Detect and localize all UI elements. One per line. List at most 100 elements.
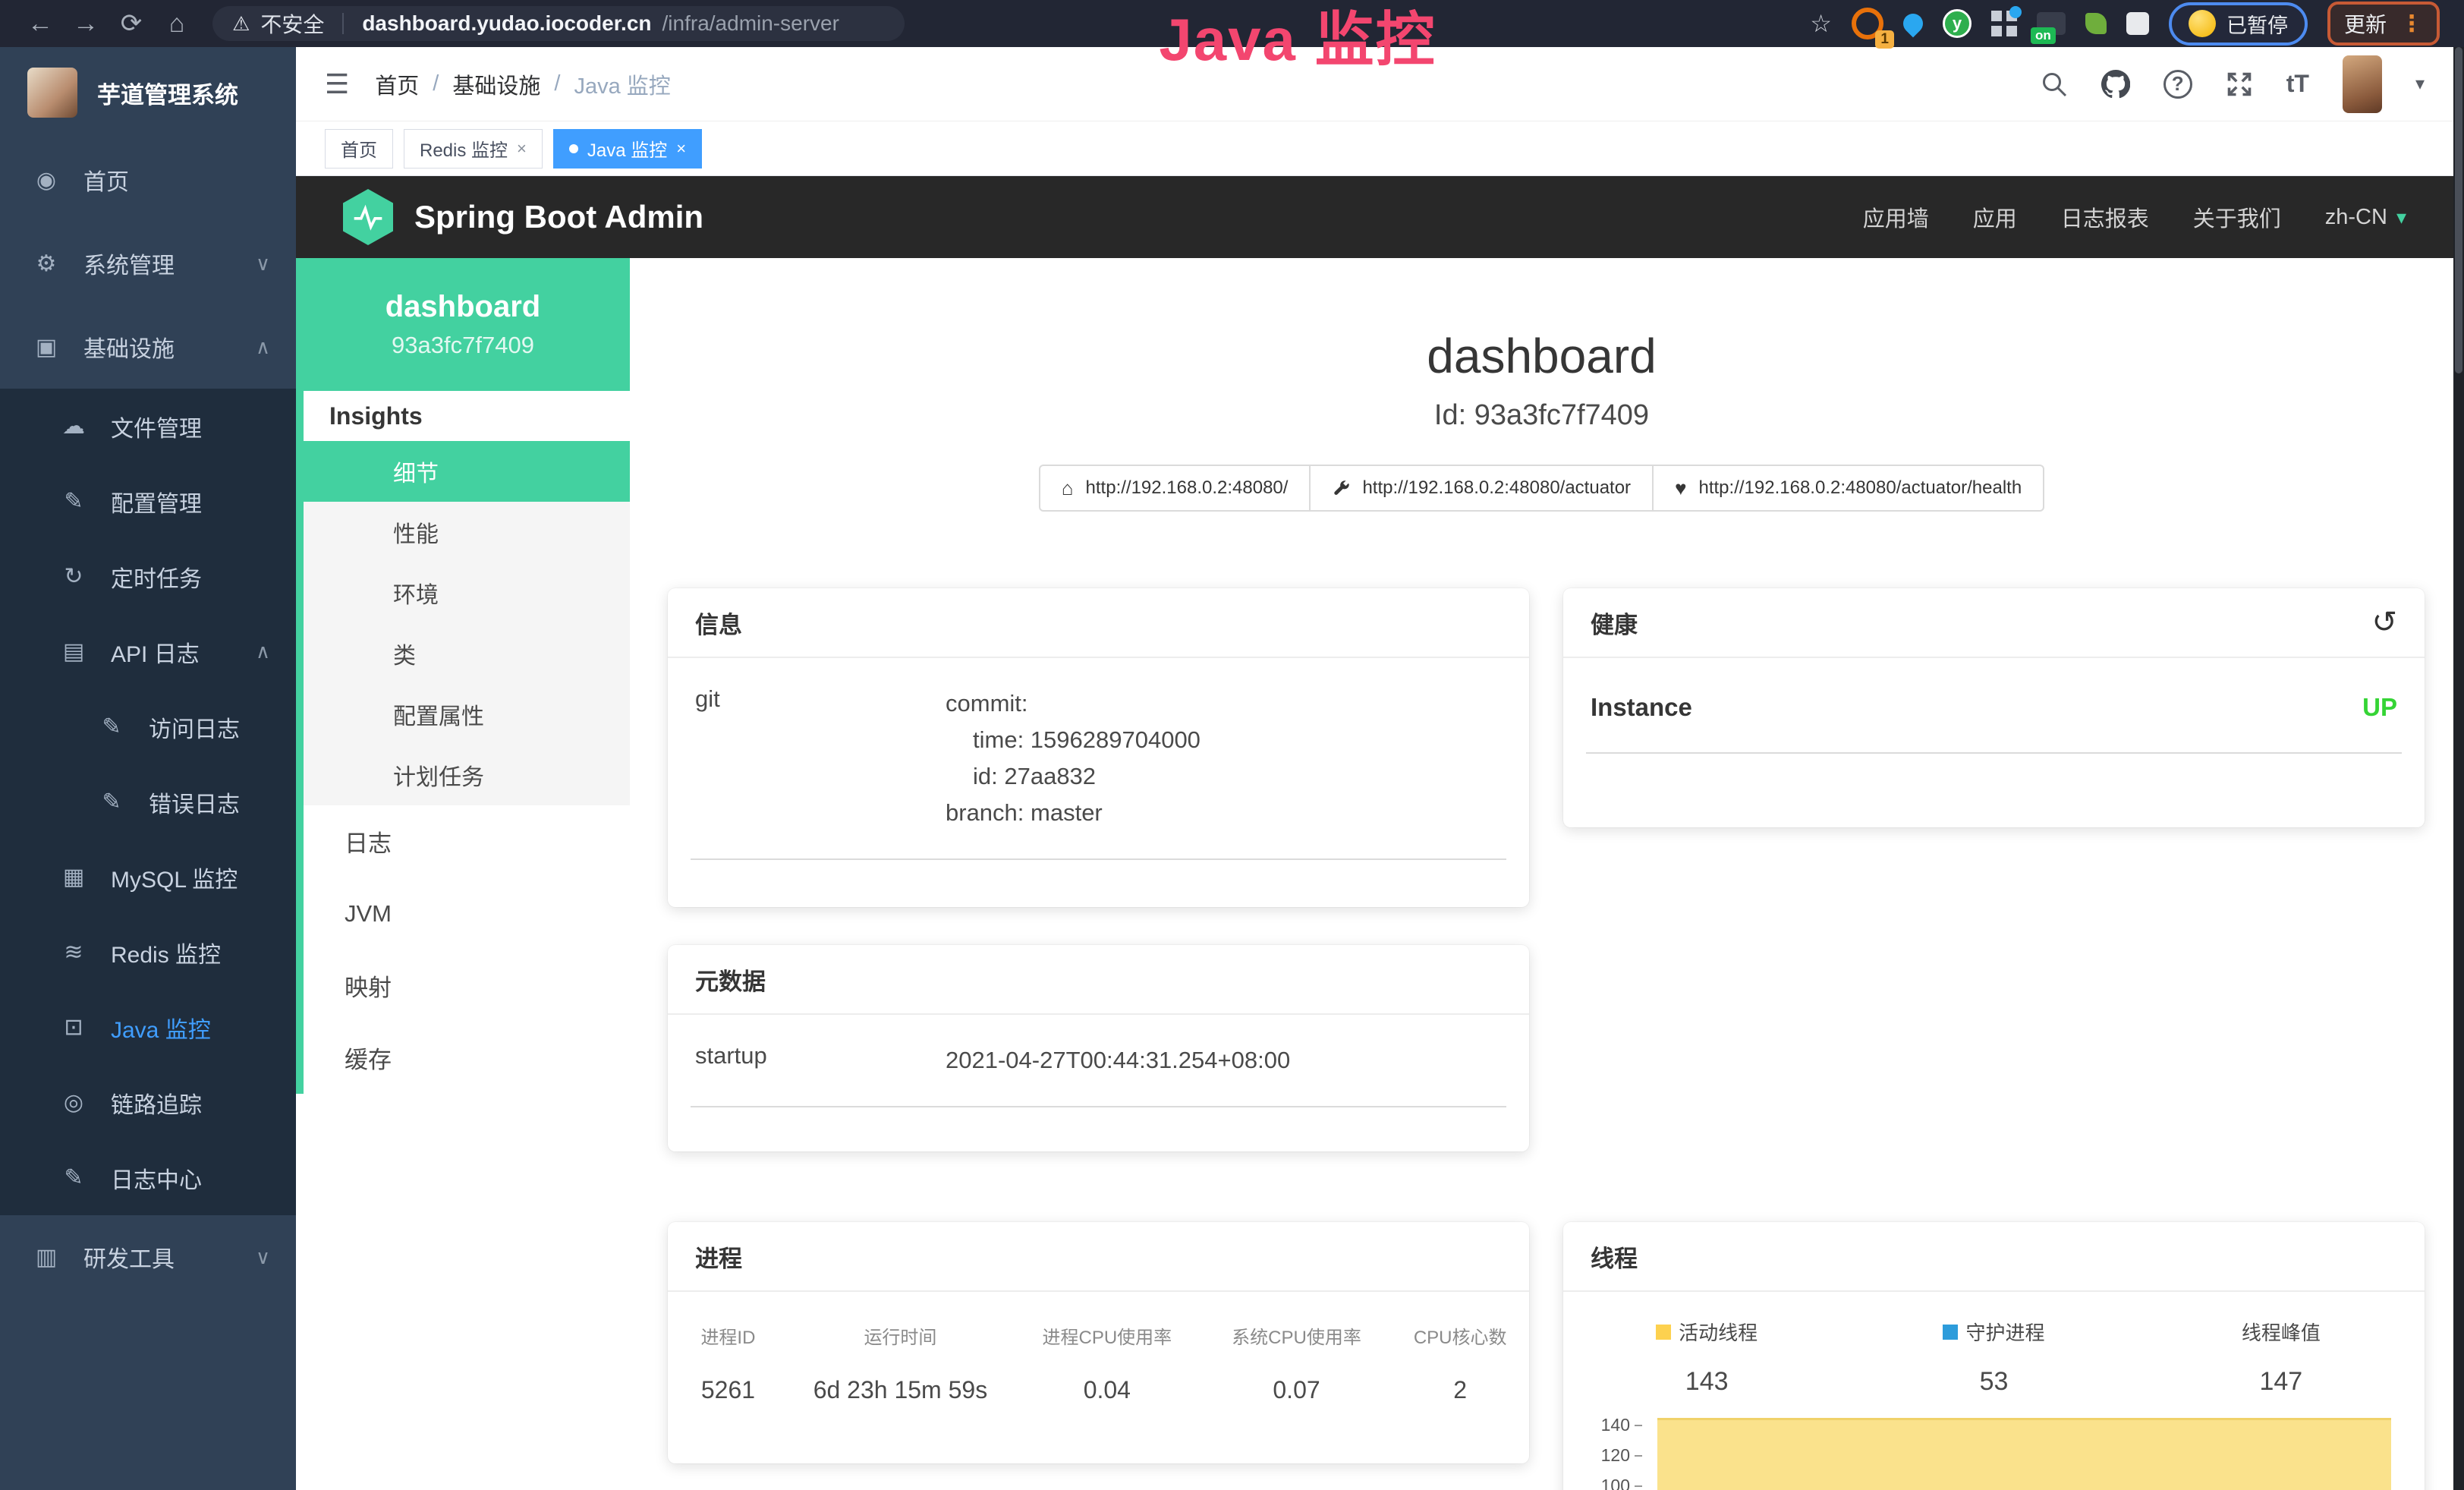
- home-icon: ⌂: [1062, 477, 1074, 500]
- sidebar-item-home[interactable]: ◉ 首页: [0, 138, 296, 222]
- sidebar-item-java-monitor[interactable]: ⊡ Java 监控: [0, 990, 296, 1065]
- browser-forward-button[interactable]: →: [65, 0, 106, 47]
- health-instance-label: Instance: [1591, 693, 1692, 722]
- process-cpu-value: 0.04: [1012, 1376, 1202, 1404]
- sidebar-item-system-management[interactable]: ⚙ 系统管理 ∨: [0, 222, 296, 305]
- extension-leaf-icon[interactable]: [2085, 13, 2107, 34]
- metadata-key: startup: [695, 1042, 946, 1079]
- page-scrollbar[interactable]: [2453, 47, 2464, 1490]
- browser-update-button[interactable]: 更新 ⋮: [2327, 2, 2440, 46]
- browser-home-button[interactable]: ⌂: [156, 0, 197, 47]
- sidebar-item-access-logs[interactable]: ✎ 访问日志: [0, 689, 296, 764]
- sidebar-item-config-management[interactable]: ✎ 配置管理: [0, 464, 296, 539]
- process-table: 进程ID 运行时间 进程CPU使用率 系统CPU使用率 CPU核心数 5261 …: [668, 1322, 1529, 1404]
- help-icon[interactable]: ?: [2163, 70, 2192, 99]
- browser-reload-button[interactable]: ⟳: [111, 0, 152, 47]
- menu-item-jvm[interactable]: JVM: [304, 877, 630, 950]
- sba-locale-select[interactable]: zh-CN ▾: [2325, 205, 2406, 230]
- user-avatar[interactable]: [2343, 55, 2382, 113]
- sidebar-item-api-logs[interactable]: ▤ API 日志 ∧: [0, 614, 296, 689]
- close-icon[interactable]: ×: [517, 139, 527, 159]
- sidebar-item-scheduled-tasks[interactable]: ↻ 定时任务: [0, 539, 296, 614]
- tab-home[interactable]: 首页: [325, 129, 393, 169]
- sba-nav-wallboard[interactable]: 应用墙: [1863, 201, 1929, 233]
- tab-redis-monitor[interactable]: Redis 监控 ×: [404, 129, 543, 169]
- sidebar-item-file-management[interactable]: ☁ 文件管理: [0, 389, 296, 464]
- menu-item-caches[interactable]: 缓存: [304, 1022, 630, 1094]
- actuator-url-button[interactable]: http://192.168.0.2:48080/actuator: [1309, 465, 1654, 512]
- log-icon: ▤: [59, 638, 88, 665]
- github-icon[interactable]: [2101, 70, 2130, 99]
- extension-grid-icon[interactable]: [1991, 11, 2017, 36]
- profile-paused-pill[interactable]: 已暂停: [2169, 2, 2308, 46]
- sidebar-item-infrastructure[interactable]: ▣ 基础设施 ∧: [0, 305, 296, 389]
- fullscreen-icon[interactable]: [2226, 71, 2253, 98]
- tab-java-monitor[interactable]: Java 监控 ×: [553, 129, 702, 169]
- sba-nav-journal[interactable]: 日志报表: [2061, 201, 2149, 233]
- main-area: ☰ 首页 / 基础设施 / Java 监控 ? tT: [296, 47, 2453, 1490]
- sba-nav-about[interactable]: 关于我们: [2193, 201, 2281, 233]
- extension-adblock-icon[interactable]: on: [2037, 12, 2066, 35]
- extension-orange-icon[interactable]: 1: [1852, 8, 1883, 39]
- breadcrumb-home[interactable]: 首页: [375, 68, 419, 100]
- browser-back-button[interactable]: ←: [20, 0, 61, 47]
- sba-nav: 应用墙 应用 日志报表 关于我们 zh-CN ▾: [1863, 201, 2406, 233]
- process-card: 进程 进程ID 运行时间 进程CPU使用率 系统CPU使用率 CPU核心数 52…: [668, 1222, 1529, 1463]
- threads-card-title: 线程: [1563, 1222, 2425, 1292]
- search-icon[interactable]: [2041, 71, 2068, 98]
- metadata-card: 元数据 startup 2021-04-27T00:44:31.254+08:0…: [668, 945, 1529, 1151]
- chevron-up-icon: ∧: [256, 640, 270, 663]
- history-icon[interactable]: ↺: [2371, 605, 2397, 640]
- browser-menu-icon[interactable]: ⋮: [2400, 11, 2423, 37]
- timer-icon: ↻: [59, 563, 88, 590]
- text-size-icon[interactable]: tT: [2286, 70, 2309, 98]
- menu-item-metrics[interactable]: 性能: [304, 502, 630, 562]
- system-cpu-value: 0.07: [1202, 1376, 1392, 1404]
- menu-item-details[interactable]: 细节: [304, 441, 630, 502]
- menu-item-config-props[interactable]: 配置属性: [304, 684, 630, 745]
- menu-section-insights: Insights: [304, 391, 630, 441]
- edit-icon: ✎: [59, 488, 88, 515]
- scrollbar-thumb[interactable]: [2455, 47, 2462, 373]
- close-icon[interactable]: ×: [676, 139, 686, 159]
- legend-live-threads: 活动线程: [1563, 1318, 1850, 1346]
- extension-pin-icon[interactable]: [1903, 14, 1923, 33]
- breadcrumb-infrastructure[interactable]: 基础设施: [452, 68, 540, 100]
- info-git-row: git commit: time: 1596289704000 id: 27aa…: [691, 685, 1506, 860]
- menu-item-logs[interactable]: 日志: [304, 805, 630, 877]
- app-title: 芋道管理系统: [97, 76, 238, 110]
- sidebar-item-mysql-monitor[interactable]: ▦ MySQL 监控: [0, 840, 296, 915]
- extensions-puzzle-icon[interactable]: [2126, 12, 2149, 35]
- menu-item-environment[interactable]: 环境: [304, 562, 630, 623]
- sidebar-item-redis-monitor[interactable]: ≋ Redis 监控: [0, 915, 296, 990]
- process-card-title: 进程: [668, 1222, 1529, 1292]
- sba-nav-applications[interactable]: 应用: [1973, 201, 2017, 233]
- service-url-button[interactable]: ⌂ http://192.168.0.2:48080/: [1039, 465, 1311, 512]
- extension-y-icon[interactable]: y: [1943, 9, 1972, 38]
- sidebar-item-log-center[interactable]: ✎ 日志中心: [0, 1140, 296, 1215]
- not-secure-label[interactable]: 不安全: [260, 8, 324, 39]
- menu-item-classes[interactable]: 类: [304, 623, 630, 684]
- health-url-button[interactable]: ♥ http://192.168.0.2:48080/actuator/heal…: [1652, 465, 2044, 512]
- chevron-down-icon: ∨: [256, 252, 270, 276]
- user-menu-caret-icon[interactable]: ▾: [2415, 73, 2425, 95]
- cloud-icon: ☁: [59, 413, 88, 439]
- bookmark-star-icon[interactable]: ☆: [1810, 9, 1832, 38]
- hamburger-icon[interactable]: ☰: [325, 68, 349, 100]
- sidebar-item-dev-tools[interactable]: ▥ 研发工具 ∨: [0, 1215, 296, 1299]
- threads-area-chart: 140 120 100: [1591, 1412, 2397, 1490]
- process-col-cpus: CPU核心数: [1391, 1322, 1529, 1349]
- sba-brand-title: Spring Boot Admin: [414, 199, 703, 235]
- chevron-up-icon: ∧: [256, 335, 270, 359]
- database-icon: ▦: [59, 864, 88, 890]
- sba-body: dashboard 93a3fc7f7409 Insights 细节 性能 环境…: [296, 258, 2453, 1490]
- menu-item-scheduled-tasks[interactable]: 计划任务: [304, 745, 630, 805]
- app-logo[interactable]: 芋道管理系统: [0, 47, 296, 138]
- sidebar-item-tracing[interactable]: ◎ 链路追踪: [0, 1065, 296, 1140]
- y-tick-140: 140: [1591, 1415, 1642, 1435]
- sidebar-item-error-logs[interactable]: ✎ 错误日志: [0, 764, 296, 840]
- address-bar[interactable]: ⚠ 不安全 dashboard.yudao.iocoder.cn/infra/a…: [212, 6, 905, 41]
- profile-emoji-icon: [2189, 10, 2216, 37]
- menu-item-mappings[interactable]: 映射: [304, 950, 630, 1022]
- update-label: 更新: [2344, 8, 2387, 39]
